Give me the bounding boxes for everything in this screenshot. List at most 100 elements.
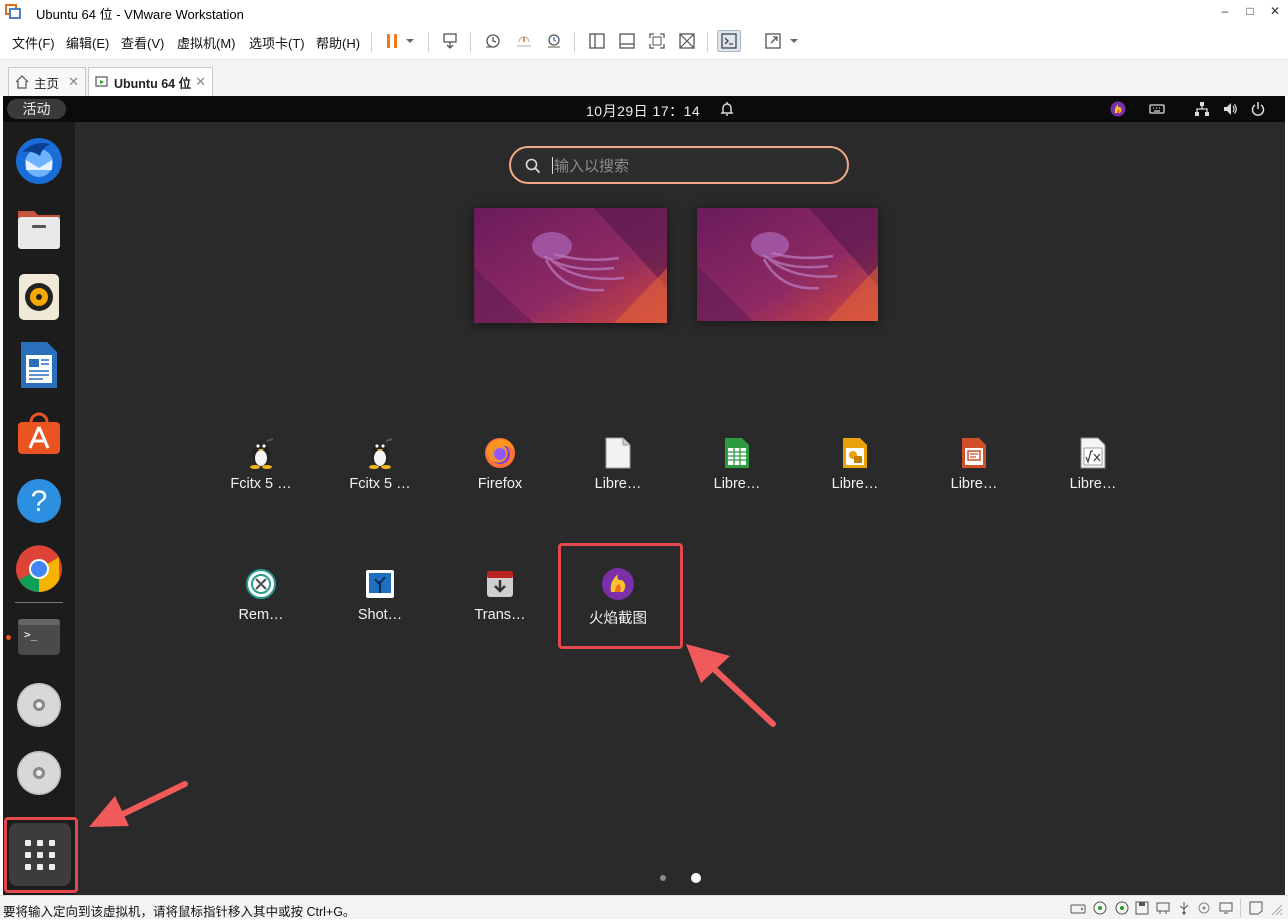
annotation-arrow-icon (686, 644, 776, 727)
app-fcitx5-1[interactable]: Fcitx 5 … (211, 437, 311, 537)
search-field[interactable] (509, 146, 849, 184)
tab-home[interactable]: 主页 ✕ (8, 67, 86, 96)
page-indicator-1[interactable] (660, 875, 666, 881)
app-remmina[interactable]: Rem… (211, 568, 311, 668)
display-icon[interactable] (1218, 901, 1234, 915)
dock-chrome[interactable] (14, 544, 64, 594)
jellyfish-wallpaper-image (697, 208, 878, 321)
app-label: Firefox (477, 476, 523, 492)
app-libreoffice[interactable]: Libre… (568, 437, 668, 537)
app-libreoffice-draw[interactable]: Libre… (805, 437, 905, 537)
thumbnail-bar-button[interactable] (615, 30, 639, 52)
full-screen-button[interactable] (645, 30, 669, 52)
annotation-arrow-icon (89, 781, 188, 827)
dock-help[interactable]: ? (14, 476, 64, 526)
workspace-thumbnail-2[interactable] (697, 208, 878, 321)
guest-display[interactable]: 活动 10月29日 17：14 ? >_ 输入以搜索 Fcitx 5 … Fci… (3, 96, 1285, 895)
stretch-dropdown-button[interactable] (786, 30, 802, 52)
dock-rhythmbox[interactable] (14, 272, 64, 322)
vm-running-icon (95, 76, 108, 87)
tab-label: 主页 (34, 76, 60, 91)
close-window-button[interactable]: ✕ (1264, 2, 1286, 20)
dock-software[interactable] (14, 408, 64, 458)
menu-view[interactable]: 查看(V) (121, 33, 164, 52)
app-firefox[interactable]: Firefox (450, 437, 550, 537)
workspace-thumbnail-1[interactable] (474, 208, 667, 323)
dock-thunderbird[interactable] (14, 136, 64, 186)
page-indicator-2[interactable] (691, 873, 701, 883)
transmission-icon (484, 568, 516, 600)
power-icon[interactable] (1249, 100, 1267, 118)
toolbar-separator (428, 32, 429, 52)
pause-dropdown-button[interactable] (402, 30, 418, 52)
snapshot-button[interactable] (481, 30, 505, 52)
cd-drive-icon[interactable] (1092, 901, 1108, 915)
dock-terminal[interactable]: >_ (14, 612, 64, 662)
minimize-button[interactable]: – (1214, 2, 1236, 20)
libreoffice-math-icon (1077, 437, 1109, 469)
menu-edit[interactable]: 编辑(E) (66, 33, 109, 52)
libreoffice-draw-icon (839, 437, 871, 469)
usb-icon[interactable] (1176, 901, 1192, 915)
maximize-button[interactable]: □ (1239, 2, 1261, 20)
bottom-panel-icon (619, 33, 635, 49)
console-view-button[interactable] (717, 30, 741, 52)
libreoffice-impress-icon (958, 437, 990, 469)
network-adapter-icon[interactable] (1155, 901, 1171, 915)
dvd-icon (17, 751, 61, 795)
libreoffice-calc-icon (721, 437, 753, 469)
message-log-icon[interactable] (1248, 901, 1264, 915)
hard-disk-icon[interactable] (1070, 901, 1086, 915)
app-libreoffice-calc[interactable]: Libre… (687, 437, 787, 537)
menu-file[interactable]: 文件(F) (12, 33, 55, 52)
dock-files[interactable] (14, 204, 64, 254)
app-label: Rem… (238, 607, 284, 623)
tux-icon (364, 437, 396, 469)
volume-icon[interactable] (1221, 100, 1239, 118)
show-library-button[interactable] (585, 30, 609, 52)
pause-button[interactable] (380, 30, 404, 52)
send-ctrl-alt-del-button[interactable] (438, 30, 462, 52)
flameshot-tray-icon[interactable] (1109, 100, 1127, 118)
app-libreoffice-math[interactable]: Libre… (1043, 437, 1143, 537)
stretch-view-button[interactable] (761, 30, 785, 52)
app-shotwell[interactable]: Shot… (330, 568, 430, 668)
dock-dvd-2[interactable] (14, 748, 64, 798)
dock: ? >_ (3, 122, 75, 895)
keyboard-send-icon (443, 33, 457, 49)
sound-card-icon[interactable] (1196, 901, 1212, 915)
app-transmission[interactable]: Trans… (450, 568, 550, 668)
close-tab-icon[interactable]: ✕ (68, 74, 79, 90)
dock-writer[interactable] (14, 340, 64, 390)
status-message: 要将输入定向到该虚拟机，请将鼠标指针移入其中或按 Ctrl+G。 (3, 905, 356, 919)
pause-icon (387, 34, 397, 48)
close-tab-icon[interactable]: ✕ (195, 74, 206, 90)
app-libreoffice-impress[interactable]: Libre… (924, 437, 1024, 537)
dock-dvd-1[interactable] (14, 680, 64, 730)
clock[interactable]: 10月29日 17：14 (586, 101, 700, 121)
floppy-icon[interactable] (1134, 901, 1150, 915)
snapshot-manager-button[interactable] (542, 30, 566, 52)
cd-drive-icon[interactable] (1114, 901, 1130, 915)
resize-grip-icon[interactable] (1268, 901, 1284, 915)
app-fcitx5-2[interactable]: Fcitx 5 … (330, 437, 430, 537)
svg-text:?: ? (31, 485, 48, 518)
running-indicator (6, 635, 11, 640)
network-icon[interactable] (1193, 100, 1211, 118)
help-icon: ? (17, 479, 61, 523)
activities-button[interactable]: 活动 (7, 99, 66, 119)
menu-help[interactable]: 帮助(H) (316, 33, 360, 52)
tab-ubuntu[interactable]: Ubuntu 64 位 ✕ (88, 67, 213, 96)
toolbar-separator (707, 32, 708, 52)
menu-tabs[interactable]: 选项卡(T) (249, 33, 305, 52)
app-label: Libre… (831, 476, 879, 492)
search-icon (525, 158, 541, 174)
app-label: Libre… (1069, 476, 1117, 492)
revert-snapshot-button[interactable] (512, 30, 536, 52)
search-input[interactable] (554, 154, 834, 178)
keyboard-icon[interactable] (1148, 100, 1166, 118)
annotation-highlight-show-apps (4, 817, 78, 893)
menu-vm[interactable]: 虚拟机(M) (177, 33, 236, 52)
unity-mode-button[interactable] (675, 30, 699, 52)
notification-bell-icon[interactable] (718, 100, 736, 118)
